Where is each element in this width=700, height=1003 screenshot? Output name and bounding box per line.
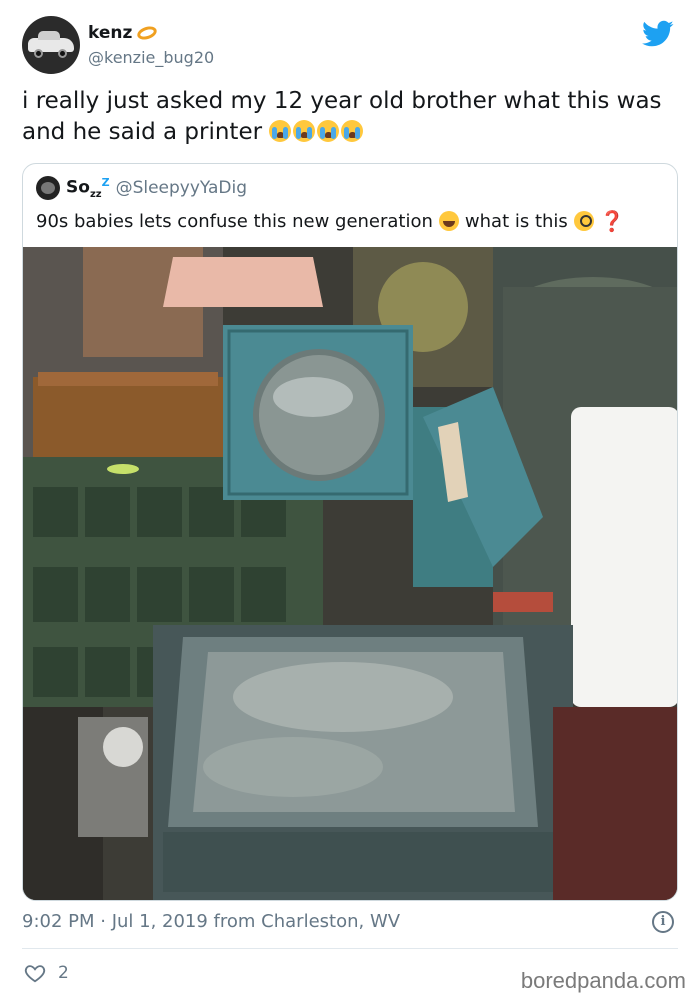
like-count: 2: [58, 963, 69, 983]
quoted-display-name[interactable]: SozzZ: [66, 176, 110, 200]
display-name-text: kenz: [88, 23, 133, 43]
user-handle[interactable]: @kenzie_bug20: [88, 48, 214, 67]
quoted-text-part2: what is this: [464, 210, 568, 232]
quoted-avatar[interactable]: [36, 176, 60, 201]
heart-icon[interactable]: [24, 962, 46, 984]
monocle-face-icon: [573, 211, 594, 231]
laughing-face-icon: [438, 211, 459, 231]
display-name[interactable]: kenz: [88, 23, 159, 43]
crying-face-icon: [269, 120, 292, 142]
quoted-handle[interactable]: @SleepyyYaDig: [116, 178, 247, 198]
tweet-timestamp[interactable]: 9:02 PM · Jul 1, 2019 from Charleston, W…: [22, 911, 400, 932]
info-icon[interactable]: i: [652, 911, 674, 933]
divider: [22, 948, 678, 949]
twitter-bird-icon[interactable]: [642, 20, 674, 48]
ring-emoji-icon: [136, 24, 159, 42]
crying-face-icon: [341, 120, 364, 142]
quoted-tweet-text: 90s babies lets confuse this new generat…: [36, 209, 625, 233]
quoted-text-part1: 90s babies lets confuse this new generat…: [36, 210, 433, 232]
overhead-projector-photo[interactable]: [23, 247, 677, 900]
quoted-tweet-header: SozzZ @SleepyyYaDig: [36, 176, 247, 200]
photo-illustration: [23, 247, 677, 900]
quoted-tweet-card[interactable]: SozzZ @SleepyyYaDig 90s babies lets conf…: [22, 163, 678, 901]
crying-face-icon: [317, 120, 340, 142]
tweet-text: i really just asked my 12 year old broth…: [22, 86, 682, 148]
boredpanda-watermark: boredpanda.com: [520, 968, 686, 993]
tweet-header: kenz @kenzie_bug20: [22, 16, 682, 76]
crying-emoji-row: [269, 120, 364, 142]
avatar[interactable]: [22, 16, 80, 74]
question-mark-icon: ❓: [599, 209, 625, 233]
crying-face-icon: [293, 120, 316, 142]
